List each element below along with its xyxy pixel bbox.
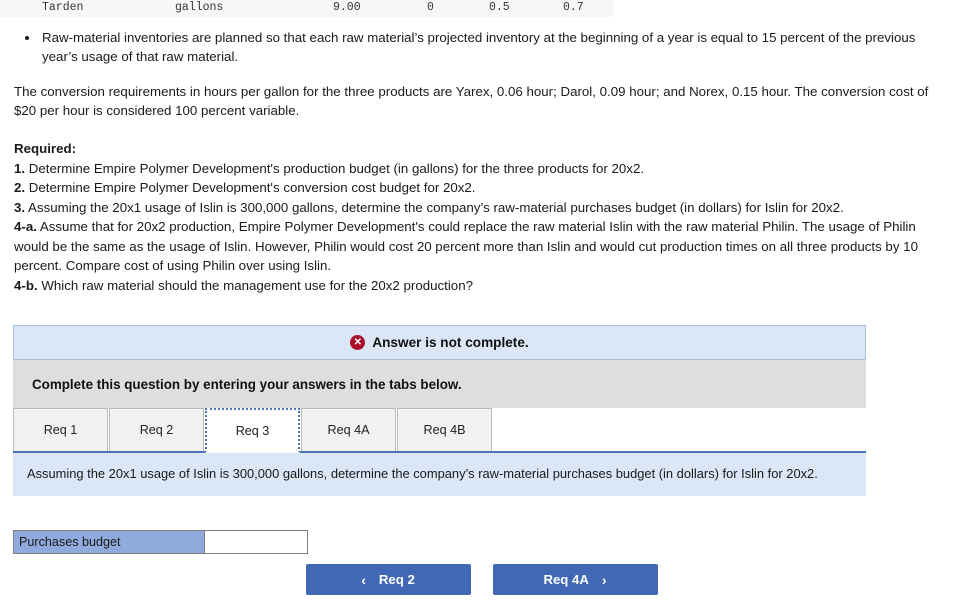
table-cell-value-2: 0: [427, 1, 434, 14]
required-item-4a-number: 4-a.: [14, 219, 37, 234]
tab-req-3[interactable]: Req 3: [205, 408, 300, 453]
purchases-budget-label: Purchases budget: [14, 531, 206, 553]
required-item-4a: 4-a. Assume that for 20x2 production, Em…: [14, 217, 951, 276]
answer-card: ✕ Answer is not complete. Complete this …: [13, 325, 866, 496]
required-item-4b-text: Which raw material should the management…: [37, 277, 473, 293]
required-item-2-text: Determine Empire Polymer Development's c…: [25, 180, 476, 195]
required-item-1-number: 1.: [14, 160, 26, 176]
table-cell-unit: gallons: [175, 1, 224, 14]
assumptions-bullet-list: Raw-material inventories are planned so …: [12, 28, 951, 66]
required-section: Required: 1. Determine Empire Polymer De…: [14, 139, 951, 295]
data-table-strip: Tarden gallons 9.00 0 0.5 0.7: [0, 0, 613, 17]
required-heading: Required:: [14, 141, 77, 156]
tab-navigation: ‹ Req 2 Req 4A ›: [0, 564, 963, 595]
required-item-4b: 4-b. Which raw material should the manag…: [14, 276, 951, 296]
table-cell-value-4: 0.7: [563, 1, 584, 14]
answer-status-banner: ✕ Answer is not complete.: [13, 325, 866, 360]
tab-req-4b[interactable]: Req 4B: [397, 408, 492, 451]
bullet-item-inventory-policy: Raw-material inventories are planned so …: [40, 28, 951, 66]
answer-entry-grid: Purchases budget: [13, 530, 308, 554]
active-tab-question-text: Assuming the 20x1 usage of Islin is 300,…: [13, 453, 866, 496]
next-req-label: Req 4A: [543, 572, 589, 587]
answer-status-text: Answer is not complete.: [372, 335, 529, 350]
requirement-tabs: Req 1 Req 2 Req 3 Req 4A Req 4B: [13, 408, 866, 453]
table-cell-value-3: 0.5: [489, 1, 510, 14]
required-item-3-text: Assuming the 20x1 usage of Islin is 300,…: [25, 199, 844, 215]
required-item-1: 1. Determine Empire Polymer Development'…: [14, 159, 951, 179]
required-item-2: 2. Determine Empire Polymer Development'…: [14, 178, 951, 198]
chevron-left-icon: ‹: [361, 571, 366, 588]
required-item-2-number: 2.: [14, 180, 26, 195]
table-cell-value-1: 9.00: [333, 1, 361, 14]
tab-req-2-label: Req 2: [139, 423, 174, 437]
required-item-3: 3. Assuming the 20x1 usage of Islin is 3…: [14, 198, 951, 218]
instruction-text: Complete this question by entering your …: [32, 376, 462, 392]
next-req-button[interactable]: Req 4A ›: [492, 564, 658, 595]
purchases-budget-input[interactable]: [205, 531, 307, 553]
conversion-requirements-paragraph: The conversion requirements in hours per…: [14, 84, 929, 118]
instruction-bar: Complete this question by entering your …: [13, 360, 866, 408]
required-item-1-text: Determine Empire Polymer Development's p…: [25, 160, 645, 176]
required-item-3-number: 3.: [14, 199, 26, 215]
tab-req-3-label: Req 3: [235, 423, 270, 438]
prev-req-button[interactable]: ‹ Req 2: [305, 564, 471, 595]
tab-req-4b-label: Req 4B: [423, 423, 466, 437]
required-item-4a-text: Assume that for 20x2 production, Empire …: [14, 219, 918, 273]
table-cell-material-name: Tarden: [42, 1, 84, 14]
tab-req-1-label: Req 1: [43, 423, 78, 437]
purchases-budget-cell[interactable]: [205, 531, 307, 553]
prev-req-label: Req 2: [378, 572, 415, 587]
tab-req-1[interactable]: Req 1: [13, 408, 108, 451]
tab-req-4a[interactable]: Req 4A: [301, 408, 396, 451]
required-item-4b-number: 4-b.: [14, 277, 38, 293]
error-x-icon: ✕: [350, 335, 366, 350]
tab-req-4a-label: Req 4A: [327, 423, 370, 437]
chevron-right-icon: ›: [601, 571, 607, 588]
tab-req-2[interactable]: Req 2: [109, 408, 204, 451]
